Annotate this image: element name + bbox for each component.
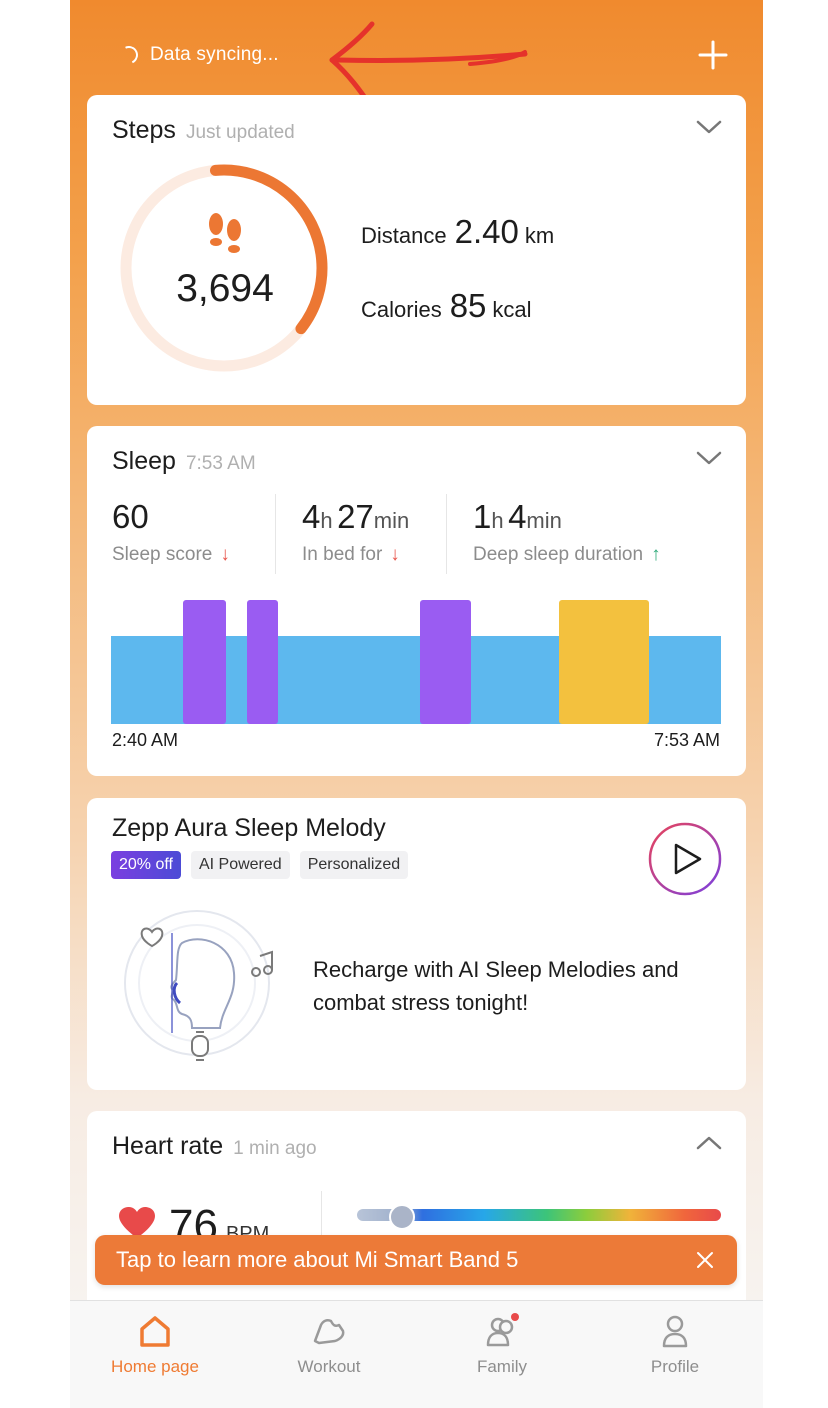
heart-rate-updated: 1 min ago <box>233 1138 317 1159</box>
zepp-title: Zepp Aura Sleep Melody <box>112 814 386 842</box>
family-icon <box>486 1313 519 1347</box>
notification-dot-icon <box>511 1313 519 1321</box>
steps-card[interactable]: Steps Just updated 3,694 Distance 2.40 km C… <box>87 95 746 405</box>
sync-text: Data syncing... <box>150 44 279 65</box>
distance-stat: Distance 2.40 km <box>361 213 554 251</box>
bed-hours: 4 <box>302 498 321 535</box>
heart-outline-icon <box>140 927 164 948</box>
sleep-title-row: Sleep 7:53 AM <box>112 447 256 476</box>
sleep-head-illustration <box>124 910 273 1061</box>
distance-unit: km <box>524 223 555 248</box>
arrow-up-icon: ↑ <box>651 544 661 565</box>
divider <box>275 494 276 574</box>
tab-family-label: Family <box>476 1357 528 1376</box>
zepp-tags: 20% off AI Powered Personalized <box>111 851 409 879</box>
heart-rate-title: Heart rate <box>112 1132 224 1160</box>
in-bed-label: In bed for <box>302 544 383 565</box>
left-margin <box>0 0 70 1408</box>
deep-sleep-bar <box>247 600 278 724</box>
chevron-down-icon[interactable] <box>696 119 722 135</box>
distance-value: 2.40 <box>454 213 519 250</box>
tab-workout-label: Workout <box>297 1357 361 1376</box>
bottom-tab-bar: Home page Workout Family Profile <box>70 1300 763 1408</box>
arrow-down-icon: ↓ <box>220 544 230 565</box>
deep-sleep-metric: 1h 4min Deep sleep duration ↑ <box>473 498 661 566</box>
sleep-end-time: 7:53 AM <box>653 730 720 750</box>
deep-minutes: 4 <box>508 498 527 535</box>
ai-powered-tag: AI Powered <box>190 851 290 879</box>
steps-title-row: Steps Just updated <box>112 116 295 145</box>
sync-status: Data syncing... <box>117 43 279 67</box>
home-icon <box>140 1316 170 1347</box>
discount-badge: 20% off <box>111 851 181 879</box>
sleep-score-label: Sleep score <box>112 544 213 565</box>
tab-workout[interactable]: Workout <box>259 1313 399 1377</box>
shoe-icon <box>313 1318 345 1345</box>
profile-icon <box>662 1315 688 1348</box>
in-bed-metric: 4h 27min In bed for ↓ <box>302 498 409 566</box>
banner-text: Tap to learn more about Mi Smart Band 5 <box>116 1247 519 1272</box>
sync-spinner-icon <box>117 43 141 67</box>
heart-rate-indicator <box>389 1204 415 1230</box>
bed-minutes: 27 <box>337 498 374 535</box>
zepp-aura-card[interactable]: Zepp Aura Sleep Melody 20% off AI Powere… <box>87 798 746 1090</box>
footprints-icon <box>209 213 241 253</box>
sleep-time: 7:53 AM <box>185 453 256 474</box>
close-icon[interactable] <box>695 1250 715 1270</box>
app-screen: Data syncing... Steps Just updated 3,694 <box>70 0 763 1408</box>
calories-stat: Calories 85 kcal <box>361 287 532 325</box>
bed-hours-unit: h <box>320 508 333 533</box>
bed-minutes-unit: min <box>373 508 410 533</box>
calories-label: Calories <box>361 297 442 322</box>
deep-sleep-bar <box>183 600 226 724</box>
steps-title: Steps <box>112 116 176 144</box>
tab-home-label: Home page <box>111 1357 199 1376</box>
sleep-score-value: 60 <box>112 498 149 535</box>
sleep-card[interactable]: Sleep 7:53 AM 60 Sleep score ↓ 4h 27min In… <box>87 426 746 776</box>
steps-updated: Just updated <box>185 122 295 143</box>
awake-bar <box>559 600 649 724</box>
sleep-title: Sleep <box>112 447 176 475</box>
play-button[interactable] <box>648 822 722 896</box>
calories-unit: kcal <box>492 297 532 322</box>
sleep-score-metric: 60 Sleep score ↓ <box>112 498 230 566</box>
calories-value: 85 <box>449 287 487 324</box>
tab-home[interactable]: Home page <box>85 1313 225 1377</box>
sleep-stage-chart <box>111 600 721 724</box>
deep-hours-unit: h <box>491 508 504 533</box>
plus-icon[interactable] <box>698 40 728 70</box>
band-promo-banner[interactable]: Tap to learn more about Mi Smart Band 5 <box>95 1235 737 1285</box>
chevron-up-icon[interactable] <box>696 1135 722 1151</box>
right-margin <box>763 0 828 1408</box>
chevron-down-icon[interactable] <box>696 450 722 466</box>
distance-label: Distance <box>361 223 447 248</box>
divider <box>446 494 447 574</box>
steps-count: 3,694 <box>176 267 274 310</box>
personalized-tag: Personalized <box>299 851 409 879</box>
tab-profile-label: Profile <box>650 1357 700 1376</box>
tab-family[interactable]: Family <box>432 1313 572 1377</box>
sleep-start-time: 2:40 AM <box>112 730 179 750</box>
deep-sleep-bar <box>420 600 471 724</box>
heart-rate-title-row: Heart rate 1 min ago <box>112 1132 317 1161</box>
deep-sleep-label: Deep sleep duration <box>473 544 644 565</box>
zepp-description: Recharge with AI Sleep Melodies and comb… <box>313 957 679 1015</box>
deep-minutes-unit: min <box>526 508 562 533</box>
tab-profile[interactable]: Profile <box>605 1313 745 1377</box>
deep-hours: 1 <box>473 498 492 535</box>
arrow-down-icon: ↓ <box>390 544 400 565</box>
